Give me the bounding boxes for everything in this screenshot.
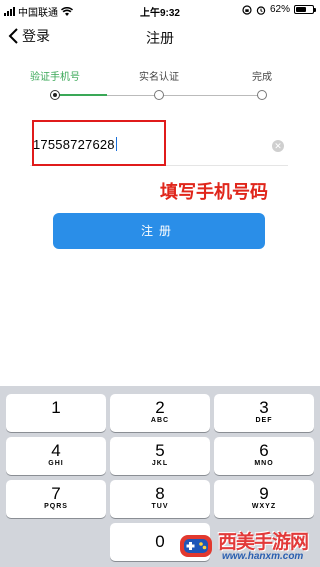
key-digit: 9: [259, 484, 269, 503]
clear-icon[interactable]: ✕: [272, 140, 284, 152]
key-letters: GHI: [48, 460, 64, 467]
key-8[interactable]: 8 TUV: [110, 480, 210, 518]
key-digit: 1: [51, 398, 61, 417]
key-5[interactable]: 5 JKL: [110, 437, 210, 475]
alarm-icon: [256, 5, 266, 15]
key-digit: 6: [259, 441, 269, 460]
key-letters: ABC: [150, 417, 170, 424]
progress-steps: 验证手机号 实名认证 完成: [0, 64, 320, 110]
key-letters: MNO: [254, 460, 274, 467]
status-bar: 中国联通 上午9:32 62%: [0, 0, 320, 20]
key-digit: 7: [51, 484, 61, 503]
key-letters: JKL: [151, 460, 169, 467]
key-digit: 3: [259, 398, 269, 417]
key-letters: PQRS: [44, 503, 68, 510]
step-line-2: [159, 95, 262, 96]
watermark-title: 西美手游网: [218, 532, 309, 553]
watermark-url: www.hanxm.com: [222, 551, 304, 562]
nav-bar: 登录 注册: [0, 20, 320, 52]
key-digit: 4: [51, 441, 61, 460]
step-dot-complete: [257, 90, 267, 100]
key-digit: 2: [155, 398, 165, 417]
key-letters: TUV: [151, 503, 169, 510]
key-7[interactable]: 7 PQRS: [6, 480, 106, 518]
key-letters: WXYZ: [251, 503, 277, 510]
step-line-completed: [55, 94, 107, 96]
status-right: 62%: [242, 4, 316, 15]
key-digit: 5: [155, 441, 165, 460]
key-3[interactable]: 3 DEF: [214, 394, 314, 432]
battery-icon: [294, 5, 316, 14]
step-label-verify-phone: 验证手机号: [30, 72, 80, 83]
highlight-box: [32, 120, 166, 166]
battery-percent: 62%: [269, 4, 290, 15]
key-1[interactable]: 1: [6, 394, 106, 432]
gamepad-logo-icon: [180, 535, 212, 557]
step-dot-verify-phone: [50, 90, 60, 100]
step-label-real-name: 实名认证: [139, 72, 179, 83]
rotation-lock-icon: [242, 4, 252, 15]
register-button[interactable]: 注册: [53, 213, 265, 249]
key-4[interactable]: 4 GHI: [6, 437, 106, 475]
step-dot-real-name: [154, 90, 164, 100]
annotation-text: 填写手机号码: [160, 182, 268, 202]
step-line-1: [107, 95, 159, 96]
key-6[interactable]: 6 MNO: [214, 437, 314, 475]
key-letters: DEF: [255, 417, 273, 424]
key-2[interactable]: 2 ABC: [110, 394, 210, 432]
key-9[interactable]: 9 WXYZ: [214, 480, 314, 518]
key-digit: 8: [155, 484, 165, 503]
site-watermark: 西美手游网 www.hanxm.com: [176, 525, 320, 567]
page-title: 注册: [146, 30, 174, 46]
step-label-complete: 完成: [252, 72, 272, 83]
